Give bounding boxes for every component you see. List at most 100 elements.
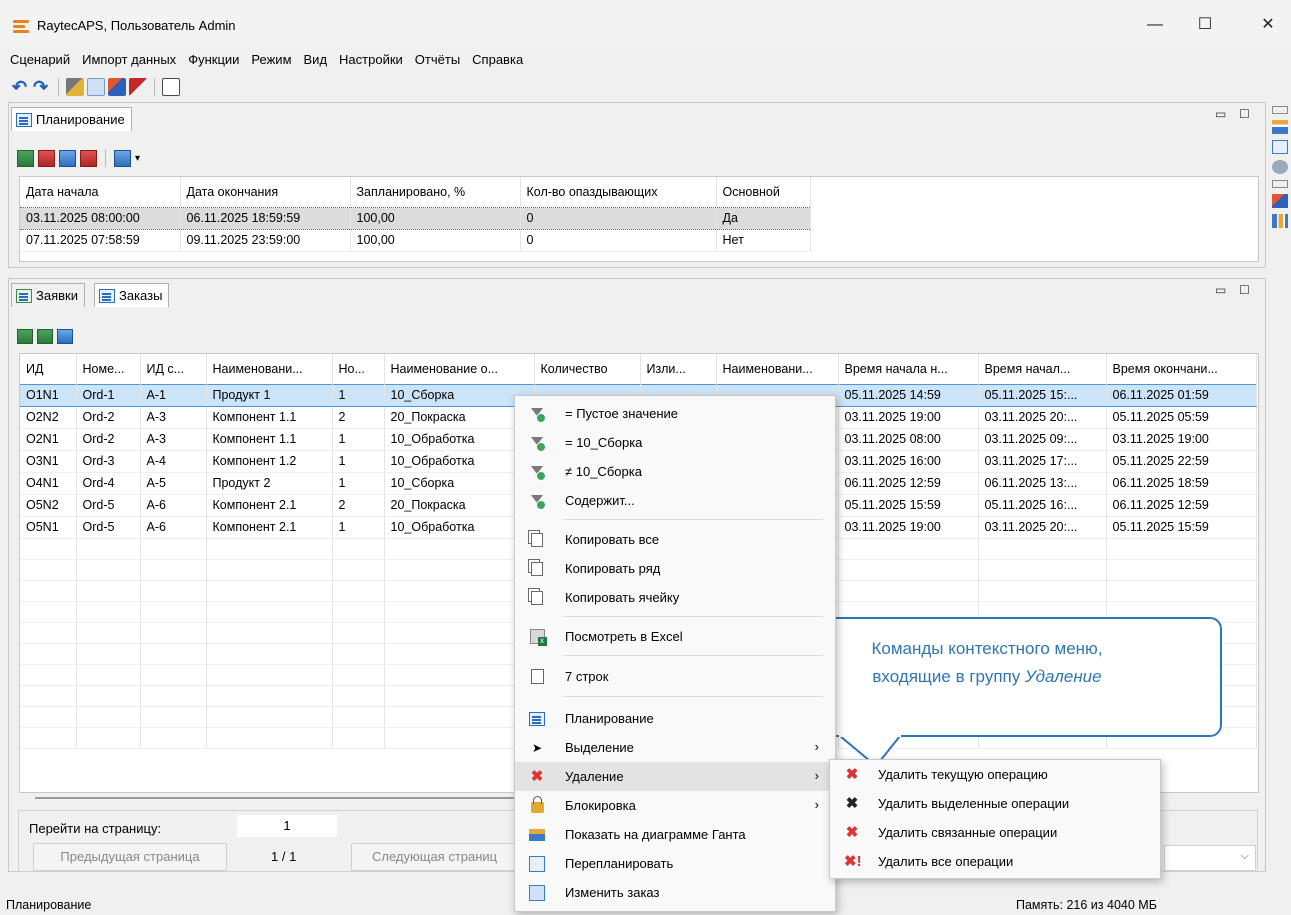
menu-copy-row[interactable]: Копировать ряд [515, 554, 835, 583]
table-cell[interactable]: 03.11.2025 08:00:00 [20, 206, 181, 230]
table-cell[interactable]: 05.11.2025 14:59 [838, 383, 979, 407]
tab-planning[interactable]: Планирование [11, 107, 132, 131]
table-row[interactable]: 03.11.2025 08:00:00 06.11.2025 18:59:59 … [20, 206, 811, 230]
table-cell[interactable]: Ord-4 [76, 472, 141, 495]
table-cell[interactable]: 0 [520, 229, 717, 252]
menu-delete[interactable]: ✖ Удаление › [515, 762, 835, 791]
table-cell[interactable]: 2 [332, 406, 385, 429]
table-cell[interactable]: A-6 [140, 494, 207, 517]
table-row[interactable]: 07.11.2025 07:58:59 09.11.2025 23:59:00 … [20, 229, 811, 252]
table-cell[interactable]: 06.11.2025 18:59 [1106, 472, 1257, 495]
table-cell[interactable]: A-3 [140, 406, 207, 429]
column-header[interactable]: Время начал... [978, 354, 1107, 384]
table-cell[interactable]: 10_Обработка [384, 428, 535, 451]
table-cell[interactable]: 06.11.2025 13:... [978, 472, 1107, 495]
table-cell[interactable]: 09.11.2025 23:59:00 [180, 229, 351, 252]
table-cell[interactable]: A-1 [140, 383, 207, 407]
table-cell[interactable]: 10_Сборка [384, 383, 535, 407]
menu-functions[interactable]: Функции [182, 46, 245, 74]
table-cell[interactable]: Ord-2 [76, 406, 141, 429]
menu-scenario[interactable]: Сценарий [0, 46, 76, 74]
column-header[interactable]: Запланировано, % [350, 177, 521, 207]
table-cell[interactable]: Ord-1 [76, 383, 141, 407]
menu-row-count[interactable]: 7 строк [515, 662, 835, 691]
close-button[interactable]: ✕ [1248, 12, 1288, 38]
column-header[interactable]: Но... [332, 354, 385, 384]
table-cell[interactable]: 07.11.2025 07:58:59 [20, 229, 181, 252]
table-cell[interactable]: 10_Обработка [384, 516, 535, 539]
table-cell[interactable]: 20_Покраска [384, 406, 535, 429]
panel-minimize-icon[interactable]: ▭ [1215, 283, 1226, 297]
chart-dock-icon[interactable] [1271, 194, 1288, 208]
table-cell[interactable]: 05.11.2025 15:59 [838, 494, 979, 517]
table-cell[interactable]: 0 [520, 206, 717, 230]
column-header[interactable]: Кол-во опаздывающих [520, 177, 717, 207]
dock-restore-icon[interactable] [1271, 106, 1288, 114]
table-cell[interactable]: O5N1 [20, 516, 77, 539]
table-cell[interactable]: O3N1 [20, 450, 77, 473]
column-header[interactable]: ИД с... [140, 354, 207, 384]
table-cell[interactable]: A-3 [140, 428, 207, 451]
column-header[interactable]: Наименование о... [384, 354, 535, 384]
undo-icon[interactable]: ↶ [12, 78, 30, 96]
edit-order-icon[interactable] [57, 329, 73, 344]
menu-reports[interactable]: Отчёты [409, 46, 466, 74]
menu-show-gantt[interactable]: Показать на диаграмме Ганта [515, 820, 835, 849]
pin-icon[interactable] [129, 78, 147, 96]
menu-delete-all[interactable]: ✖! Удалить все операции [830, 847, 1160, 876]
table-cell[interactable]: 03.11.2025 19:00 [838, 406, 979, 429]
panel-maximize-icon[interactable]: ☐ [1239, 107, 1250, 121]
maximize-button[interactable]: ☐ [1185, 12, 1225, 38]
table-cell[interactable]: 03.11.2025 19:00 [838, 516, 979, 539]
prev-page-button[interactable]: Предыдущая страница [33, 843, 227, 871]
table-cell[interactable]: 06.11.2025 12:59 [1106, 494, 1257, 517]
menu-delete-current[interactable]: ✖ Удалить текущую операцию [830, 760, 1160, 789]
edit-table-icon[interactable] [162, 78, 180, 96]
table-cell[interactable]: 03.11.2025 19:00 [1106, 428, 1257, 451]
column-header[interactable]: Дата начала [20, 177, 181, 207]
table-cell[interactable]: A-6 [140, 516, 207, 539]
menu-import[interactable]: Импорт данных [76, 46, 182, 74]
add-plan-icon[interactable] [17, 149, 34, 167]
table-cell[interactable]: Компонент 1.2 [206, 450, 333, 473]
table-cell[interactable]: 10_Обработка [384, 450, 535, 473]
table-cell[interactable]: 05.11.2025 15:... [978, 383, 1107, 407]
menu-filter-not-equals[interactable]: ≠ 10_Сборка [515, 457, 835, 486]
column-header[interactable]: Основной [716, 177, 811, 207]
menu-delete-selected[interactable]: ✖ Удалить выделенные операции [830, 789, 1160, 818]
column-header[interactable]: Количество [534, 354, 641, 384]
column-header[interactable]: Наименовани... [716, 354, 839, 384]
table-cell[interactable]: O2N1 [20, 428, 77, 451]
menu-filter-equals[interactable]: = 10_Сборка [515, 428, 835, 457]
table-cell[interactable]: 03.11.2025 20:... [978, 406, 1107, 429]
table-cell[interactable]: 10_Сборка [384, 472, 535, 495]
column-header[interactable]: Номе... [76, 354, 141, 384]
table-cell[interactable]: 1 [332, 383, 385, 407]
table-cell[interactable]: 06.11.2025 12:59 [838, 472, 979, 495]
table-cell[interactable]: O1N1 [20, 383, 77, 407]
table-cell[interactable]: 03.11.2025 20:... [978, 516, 1107, 539]
column-header[interactable]: Дата окончания [180, 177, 351, 207]
report-dock-icon[interactable] [1271, 140, 1288, 154]
menu-settings[interactable]: Настройки [333, 46, 409, 74]
table-cell[interactable]: Компонент 2.1 [206, 494, 333, 517]
add-order-icon[interactable] [17, 329, 33, 344]
column-header[interactable]: ИД [20, 354, 77, 384]
table-cell[interactable]: 05.11.2025 15:59 [1106, 516, 1257, 539]
bars-dock-icon[interactable] [1271, 214, 1288, 228]
menu-copy-cell[interactable]: Копировать ячейку [515, 583, 835, 612]
gantt-dock-icon[interactable] [1271, 120, 1288, 134]
table-cell[interactable]: Компонент 2.1 [206, 516, 333, 539]
dock-restore-icon[interactable] [1271, 180, 1288, 188]
table-cell[interactable]: Продукт 1 [206, 383, 333, 407]
table-cell[interactable]: 06.11.2025 18:59:59 [180, 206, 351, 230]
chevron-down-icon[interactable]: ▾ [135, 153, 140, 164]
table-cell[interactable]: O5N2 [20, 494, 77, 517]
page-size-select[interactable]: ⌵ [1164, 845, 1256, 871]
table-cell[interactable]: Ord-5 [76, 494, 141, 517]
panel-maximize-icon[interactable]: ☐ [1239, 283, 1250, 297]
table-cell[interactable]: 03.11.2025 17:... [978, 450, 1107, 473]
table-cell[interactable]: 2 [332, 494, 385, 517]
column-header[interactable]: Время начала н... [838, 354, 979, 384]
delete-plan-icon[interactable] [80, 149, 97, 167]
